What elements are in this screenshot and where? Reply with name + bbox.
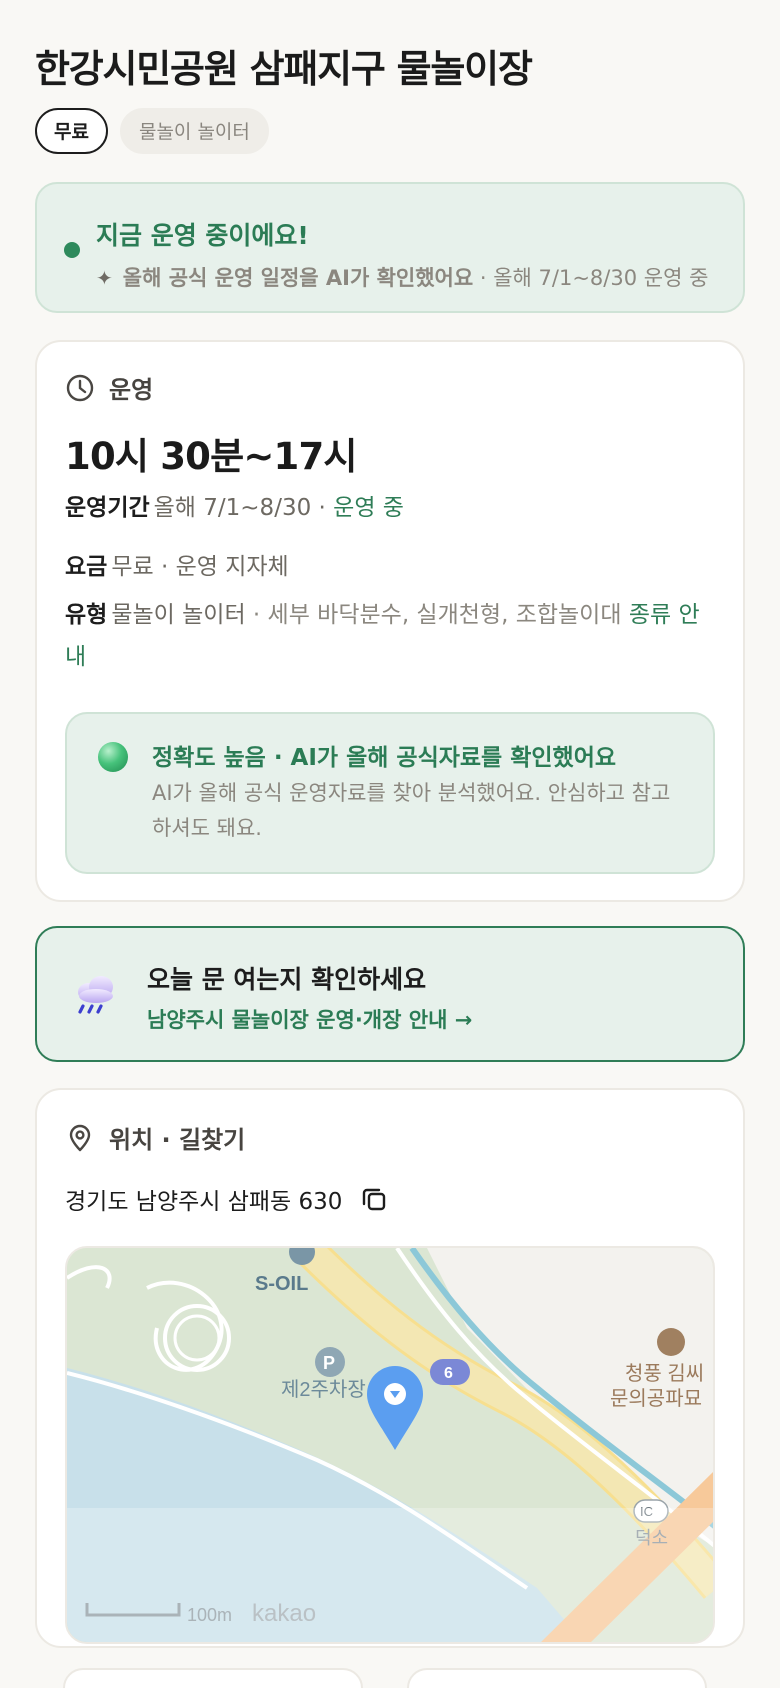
- type-key: 유형: [65, 602, 108, 628]
- fee-key: 요금: [65, 554, 108, 580]
- page-title: 한강시민공원 삼패지구 물놀이장: [35, 47, 533, 91]
- map-label-parking: 제2주차장: [281, 1378, 366, 1401]
- type-detail: · 세부 바닥분수, 실개천형, 조합놀이대: [245, 602, 629, 628]
- location-pin-icon: [69, 1124, 91, 1151]
- period-status: 운영 중: [333, 495, 404, 521]
- ai-accuracy-body: AI가 올해 공식 운영자료를 찾아 분석했어요. 안심하고 참고하셔도 돼요.: [152, 781, 671, 840]
- location-card: 위치 · 길찾기 경기도 남양주시 삼패동 630 S-OIL P 제2주차장 …: [35, 1088, 745, 1648]
- map-canvas[interactable]: S-OIL P 제2주차장 6 청풍 김씨 문의공파묘 IC 덕소 100m k…: [67, 1248, 715, 1644]
- period-key: 운영기간: [65, 495, 150, 521]
- tag-chips: 무료 물놀이 놀이터: [35, 108, 269, 154]
- status-title: 지금 운영 중이에요!: [96, 221, 309, 250]
- rain-cloud-icon: [78, 976, 113, 1014]
- ai-accuracy-title: 정확도 높음 · AI가 올해 공식자료를 확인했어요: [152, 745, 617, 771]
- type-value: 물놀이 놀이터: [111, 602, 246, 628]
- operation-section-header: 운영: [65, 370, 153, 405]
- open-check-banner[interactable]: 오늘 문 여는지 확인하세요 남양주시 물놀이장 운영·개장 안내 →: [35, 926, 745, 1062]
- open-check-title: 오늘 문 여는지 확인하세요: [147, 965, 427, 994]
- map-label-poi-1: 청풍 김씨: [625, 1362, 704, 1385]
- fee-row: 요금 무료 · 운영 지자체: [65, 547, 289, 581]
- map-label-poi-2: 문의공파묘: [610, 1387, 702, 1410]
- address-row: 경기도 남양주시 삼패동 630: [65, 1182, 388, 1216]
- period-row: 운영기간 올해 7/1~8/30 · 운영 중: [65, 488, 404, 522]
- bottom-action-left[interactable]: [63, 1668, 363, 1688]
- sparkle-icon: ✦: [96, 266, 113, 290]
- status-subtitle: ✦ 올해 공식 운영 일정을 AI가 확인했어요 · 올해 7/1~8/30 운영…: [96, 262, 708, 292]
- type-chip[interactable]: 물놀이 놀이터: [119, 108, 269, 154]
- type-row: 유형 물놀이 놀이터 · 세부 바닥분수, 실개천형, 조합놀이대 종류 안내: [65, 594, 705, 678]
- status-dot-icon: [64, 242, 80, 258]
- copy-icon[interactable]: [360, 1185, 388, 1213]
- location-section-label: 위치 · 길찾기: [109, 1126, 246, 1154]
- map-view[interactable]: S-OIL P 제2주차장 6 청풍 김씨 문의공파묘 IC 덕소 100m k…: [65, 1246, 715, 1644]
- operating-status-banner: 지금 운영 중이에요! ✦ 올해 공식 운영 일정을 AI가 확인했어요 · 올해…: [35, 182, 745, 313]
- location-section-header: 위치 · 길찾기: [65, 1120, 245, 1155]
- operation-section-label: 운영: [109, 376, 154, 404]
- status-sub-extra: · 올해 7/1~8/30 운영 중: [473, 266, 709, 290]
- bottom-action-right[interactable]: [407, 1668, 707, 1688]
- period-value: 올해 7/1~8/30 ·: [153, 495, 334, 521]
- operating-hours: 10시 30분~17시: [65, 435, 357, 478]
- map-label-gas: S-OIL: [255, 1273, 308, 1295]
- open-guide-link[interactable]: 남양주시 물놀이장 운영·개장 안내 →: [147, 1004, 472, 1034]
- status-sub-main: 올해 공식 운영 일정을 AI가 확인했어요: [122, 266, 474, 290]
- ai-accuracy-box: 정확도 높음 · AI가 올해 공식자료를 확인했어요 AI가 올해 공식 운영…: [65, 712, 715, 874]
- ai-orb-icon: [98, 742, 128, 772]
- map-route-number: 6: [444, 1365, 453, 1382]
- address-text: 경기도 남양주시 삼패동 630: [65, 1189, 343, 1215]
- price-chip[interactable]: 무료: [35, 108, 108, 154]
- fee-value: 무료 · 운영 지자체: [111, 554, 289, 580]
- clock-icon: [66, 374, 94, 401]
- map-parking-mark: P: [323, 1353, 335, 1373]
- operation-card: 운영 10시 30분~17시 운영기간 올해 7/1~8/30 · 운영 중 요금…: [35, 340, 745, 902]
